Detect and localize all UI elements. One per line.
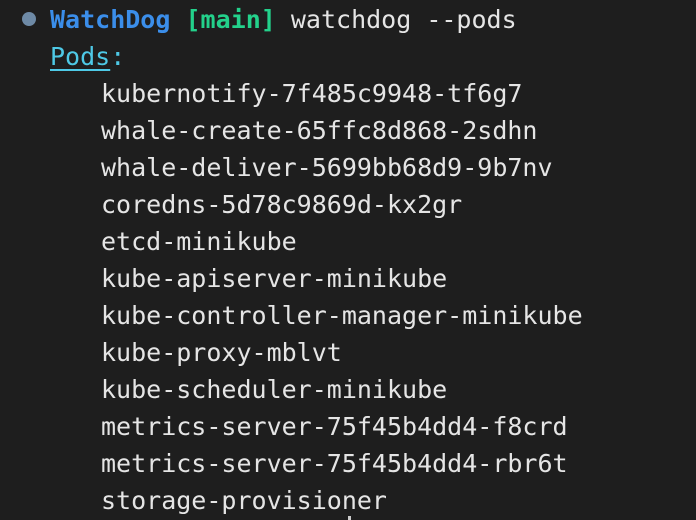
- section-label-pods[interactable]: Pods: [50, 42, 110, 71]
- section-header: Pods:: [0, 38, 696, 75]
- pod-list-item: whale-deliver-5699bb68d9-9b7nv: [101, 153, 553, 182]
- pod-list-item: coredns-5d78c9869d-kx2gr: [101, 190, 463, 219]
- section-colon: :: [110, 42, 126, 71]
- terminal-window[interactable]: WatchDog [main] watchdog --pods Pods: ku…: [0, 0, 696, 520]
- pod-list: kubernotify-7f485c9948-tf6g7 whale-creat…: [0, 75, 696, 519]
- pod-list-item: whale-create-65ffc8d868-2sdhn: [101, 116, 538, 145]
- pod-list-item: kube-proxy-mblvt: [101, 338, 342, 367]
- pod-list-item: etcd-minikube: [101, 227, 297, 256]
- pod-list-item: kube-controller-manager-minikube: [101, 301, 583, 330]
- status-dot-icon: [22, 12, 36, 26]
- prompt-app-name: WatchDog: [50, 5, 171, 34]
- pod-list-item: metrics-server-75f45b4dd4-f8crd: [101, 412, 568, 441]
- prompt-text: WatchDog [main] watchdog --pods: [50, 1, 517, 38]
- pod-list-item: metrics-server-75f45b4dd4-rbr6t: [101, 449, 568, 478]
- pod-list-item: kube-apiserver-minikube: [101, 264, 448, 293]
- pod-list-item: storage-provisioner: [101, 486, 387, 515]
- prompt-command: watchdog --pods: [290, 5, 517, 34]
- text-cursor: [348, 516, 351, 520]
- prompt-branch: [main]: [185, 5, 276, 34]
- pod-list-item: kube-scheduler-minikube: [101, 375, 448, 404]
- pod-list-item: kubernotify-7f485c9948-tf6g7: [101, 79, 523, 108]
- prompt-line: WatchDog [main] watchdog --pods: [0, 1, 696, 38]
